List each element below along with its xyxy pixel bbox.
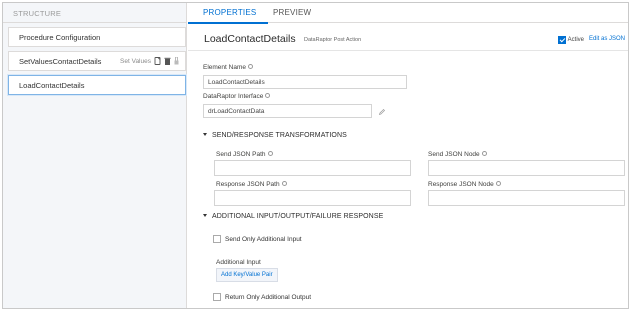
element-name-input[interactable]: LoadContactDetails bbox=[203, 75, 407, 89]
return-only-additional-output-checkbox[interactable] bbox=[213, 293, 221, 301]
structure-panel: STRUCTURE Procedure Configuration SetVal… bbox=[3, 3, 187, 308]
step-setvalues-contact-details[interactable]: SetValuesContactDetails Set Values bbox=[8, 51, 186, 71]
active-toggle[interactable]: Active bbox=[557, 36, 584, 44]
info-icon bbox=[248, 64, 253, 69]
element-title: LoadContactDetails bbox=[204, 33, 296, 45]
response-json-path-label-text: Response JSON Path bbox=[216, 181, 280, 188]
send-json-node-input[interactable] bbox=[428, 160, 625, 176]
additional-title: ADDITIONAL INPUT/OUTPUT/FAILURE RESPONSE bbox=[212, 213, 384, 220]
tab-preview[interactable]: PREVIEW bbox=[273, 8, 311, 17]
info-icon bbox=[481, 151, 487, 156]
collapse-triangle-icon bbox=[203, 133, 207, 136]
send-json-node-label-text: Send JSON Node bbox=[428, 151, 480, 158]
dataraptor-interface-label-text: DataRaptor Interface bbox=[203, 93, 264, 100]
structure-header: STRUCTURE bbox=[3, 3, 186, 23]
element-name-label-text: Element Name bbox=[203, 64, 246, 71]
response-json-path-label: Response JSON Path bbox=[216, 181, 287, 188]
info-icon bbox=[267, 151, 273, 156]
send-response-section-header[interactable]: SEND/RESPONSE TRANSFORMATIONS bbox=[203, 132, 347, 139]
step-actions: Set Values bbox=[120, 56, 181, 65]
info-icon bbox=[281, 181, 287, 186]
send-json-node-label: Send JSON Node bbox=[428, 151, 487, 158]
dataraptor-interface-label: DataRaptor Interface bbox=[203, 93, 271, 100]
info-icon bbox=[495, 181, 501, 186]
collapse-triangle-icon bbox=[203, 214, 207, 217]
edit-pencil-icon[interactable] bbox=[378, 109, 385, 116]
lock-icon[interactable] bbox=[174, 56, 181, 65]
send-json-path-input[interactable] bbox=[214, 160, 411, 176]
send-response-title: SEND/RESPONSE TRANSFORMATIONS bbox=[212, 132, 347, 139]
send-only-additional-input-label: Send Only Additional Input bbox=[225, 235, 302, 243]
element-name-label: Element Name bbox=[203, 64, 253, 71]
step-load-contact-details[interactable]: LoadContactDetails bbox=[8, 75, 186, 95]
copy-icon[interactable] bbox=[154, 57, 161, 65]
send-only-additional-input-row[interactable]: Send Only Additional Input bbox=[213, 235, 302, 243]
return-only-additional-output-label: Return Only Additional Output bbox=[225, 293, 311, 301]
step-procedure-configuration[interactable]: Procedure Configuration bbox=[8, 27, 186, 47]
step-type-label: Set Values bbox=[120, 57, 151, 65]
element-title-row: LoadContactDetails DataRaptor Post Actio… bbox=[188, 30, 628, 51]
add-key-value-pair-button[interactable]: Add Key/Value Pair bbox=[216, 268, 278, 282]
additional-section-header[interactable]: ADDITIONAL INPUT/OUTPUT/FAILURE RESPONSE bbox=[203, 213, 383, 220]
edit-as-json-link[interactable]: Edit as JSON bbox=[589, 36, 625, 42]
step-label: SetValuesContactDetails bbox=[19, 57, 102, 66]
response-json-node-input[interactable] bbox=[428, 190, 625, 206]
delete-icon[interactable] bbox=[164, 57, 171, 65]
step-label: Procedure Configuration bbox=[19, 33, 101, 42]
response-json-node-label: Response JSON Node bbox=[428, 181, 501, 188]
info-icon bbox=[265, 93, 271, 98]
response-json-node-label-text: Response JSON Node bbox=[428, 181, 494, 188]
send-only-additional-input-checkbox[interactable] bbox=[213, 235, 221, 243]
step-label: LoadContactDetails bbox=[19, 81, 85, 90]
active-tab-indicator bbox=[188, 22, 268, 24]
response-json-path-input[interactable] bbox=[214, 190, 411, 206]
send-json-path-label-text: Send JSON Path bbox=[216, 151, 266, 158]
properties-tabs: PROPERTIES PREVIEW bbox=[188, 3, 628, 24]
active-label: Active bbox=[567, 37, 584, 43]
app-frame: STRUCTURE Procedure Configuration SetVal… bbox=[2, 2, 629, 309]
element-type: DataRaptor Post Action bbox=[304, 37, 362, 43]
tab-properties[interactable]: PROPERTIES bbox=[203, 8, 256, 17]
dataraptor-interface-input[interactable]: drLoadContactData bbox=[203, 104, 372, 118]
return-only-additional-output-row[interactable]: Return Only Additional Output bbox=[213, 293, 311, 301]
active-checkbox[interactable] bbox=[557, 36, 566, 44]
additional-input-label: Additional Input bbox=[216, 259, 261, 266]
send-json-path-label: Send JSON Path bbox=[216, 151, 273, 158]
